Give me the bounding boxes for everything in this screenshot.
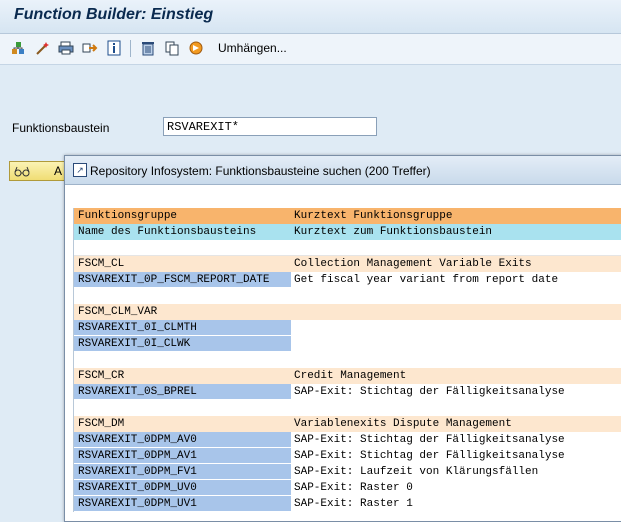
module-name[interactable]: RSVAREXIT_0DPM_UV0 [78, 480, 197, 496]
hierarchy-icon[interactable] [10, 40, 26, 56]
application-toolbar: Umhängen... [0, 34, 621, 65]
module-name[interactable]: RSVAREXIT_0P_FSCM_REPORT_DATE [78, 272, 269, 288]
window-title: Function Builder: Einstieg [14, 6, 214, 23]
glasses-icon [14, 164, 30, 181]
module-name[interactable]: RSVAREXIT_0DPM_FV1 [78, 464, 197, 480]
module-text: SAP-Exit: Stichtag der Fälligkeitsanalys… [294, 450, 565, 462]
printer-icon[interactable] [58, 40, 74, 56]
module-name[interactable]: RSVAREXIT_0S_BPREL [78, 384, 197, 400]
group-name: FSCM_DM [78, 418, 125, 430]
module-text: SAP-Exit: Raster 1 [294, 498, 413, 510]
module-name[interactable]: RSVAREXIT_0I_CLMTH [78, 320, 197, 336]
copy-icon[interactable] [164, 40, 180, 56]
module-text: SAP-Exit: Raster 0 [294, 482, 413, 494]
spacer [74, 352, 621, 368]
toolbar-separator [130, 40, 131, 57]
module-row[interactable]: RSVAREXIT_0DPM_AV0 SAP-Exit: Stichtag de… [74, 432, 621, 448]
function-module-label: Funktionsbaustein [12, 121, 110, 135]
group-name: FSCM_CL [78, 258, 125, 270]
dialog-title: Repository Infosystem: Funktionsbaustein… [90, 164, 431, 178]
transfer-icon[interactable] [82, 40, 98, 56]
module-name[interactable]: RSVAREXIT_0DPM_UV1 [78, 496, 197, 512]
module-text: SAP-Exit: Laufzeit von Klärungsfällen [294, 466, 539, 478]
col-header-group-text: Kurztext Funktionsgruppe [294, 210, 453, 222]
dialog-titlebar: ↗ Repository Infosystem: Funktionsbauste… [65, 156, 621, 185]
title-bar: Function Builder: Einstieg [0, 0, 621, 34]
module-row[interactable]: RSVAREXIT_0DPM_UV1 SAP-Exit: Raster 1 [74, 496, 621, 512]
function-module-input[interactable] [163, 117, 377, 136]
group-row[interactable]: FSCM_DM Variablenexits Dispute Managemen… [74, 416, 621, 432]
module-name[interactable]: RSVAREXIT_0I_CLWK [78, 336, 190, 352]
reassign-button[interactable]: Umhängen... [218, 41, 287, 55]
module-text: SAP-Exit: Stichtag der Fälligkeitsanalys… [294, 434, 565, 446]
col-header-function-group: Funktionsgruppe [78, 210, 178, 222]
group-name: FSCM_CLM_VAR [78, 306, 158, 318]
module-row[interactable]: RSVAREXIT_0DPM_FV1 SAP-Exit: Laufzeit vo… [74, 464, 621, 480]
module-row[interactable]: RSVAREXIT_0DPM_UV0 SAP-Exit: Raster 0 [74, 480, 621, 496]
spacer [74, 288, 621, 304]
col-header-module-text: Kurztext zum Funktionsbaustein [294, 226, 493, 238]
module-row[interactable]: RSVAREXIT_0S_BPREL SAP-Exit: Stichtag de… [74, 384, 621, 400]
module-text: Get fiscal year variant from report date [294, 274, 559, 286]
module-name[interactable]: RSVAREXIT_0DPM_AV0 [78, 432, 197, 448]
group-row[interactable]: FSCM_CL Collection Management Variable E… [74, 256, 621, 272]
module-row[interactable]: RSVAREXIT_0I_CLMTH [74, 320, 621, 336]
display-button[interactable]: A [9, 161, 69, 181]
group-row[interactable]: FSCM_CLM_VAR [74, 304, 621, 320]
trash-icon[interactable] [140, 40, 156, 56]
dialog-window-icon: ↗ [73, 163, 87, 177]
module-row[interactable]: RSVAREXIT_0DPM_AV1 SAP-Exit: Stichtag de… [74, 448, 621, 464]
repository-infosystem-dialog: ↗ Repository Infosystem: Funktionsbauste… [64, 155, 621, 522]
group-header-row: Funktionsgruppe Kurztext Funktionsgruppe [74, 208, 621, 224]
module-header-row: Name des Funktionsbausteins Kurztext zum… [74, 224, 621, 240]
spacer [74, 400, 621, 416]
divider [74, 240, 621, 256]
hit-list: Funktionsgruppe Kurztext Funktionsgruppe… [73, 208, 621, 512]
magic-wand-icon[interactable] [34, 40, 50, 56]
group-name: FSCM_CR [78, 370, 125, 382]
group-text: Variablenexits Dispute Management [294, 418, 512, 430]
col-header-module-name: Name des Funktionsbausteins [78, 226, 257, 238]
info-icon[interactable] [106, 40, 122, 56]
group-text: Collection Management Variable Exits [294, 258, 532, 270]
rename-icon[interactable] [188, 40, 204, 56]
module-text: SAP-Exit: Stichtag der Fälligkeitsanalys… [294, 386, 565, 398]
display-button-label: A [54, 164, 63, 178]
module-row[interactable]: RSVAREXIT_0P_FSCM_REPORT_DATE Get fiscal… [74, 272, 621, 288]
group-text: Credit Management [294, 370, 407, 382]
module-row[interactable]: RSVAREXIT_0I_CLWK [74, 336, 621, 352]
module-name[interactable]: RSVAREXIT_0DPM_AV1 [78, 448, 197, 464]
group-row[interactable]: FSCM_CR Credit Management [74, 368, 621, 384]
